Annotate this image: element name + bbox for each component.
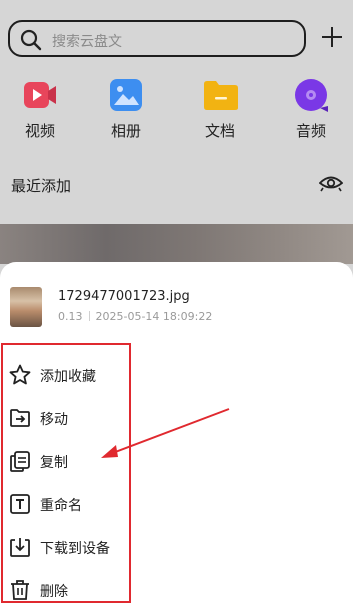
category-video[interactable]: 视频 (10, 78, 70, 141)
star-icon (9, 364, 31, 385)
category-label: 相册 (110, 122, 141, 140)
search-bar[interactable]: 搜索云盘文 (8, 20, 306, 57)
move-to-folder-icon (10, 409, 30, 427)
menu-item-label: 重命名 (40, 498, 82, 514)
menu-item-label: 下载到设备 (40, 541, 110, 557)
menu-item-delete[interactable]: 删除 (8, 578, 128, 602)
video-icon (23, 78, 57, 112)
rename-icon (10, 494, 30, 514)
category-audio[interactable]: 音频 (281, 78, 341, 141)
file-date: 2025-05-14 18:09:22 (95, 310, 213, 323)
copy-icon (10, 451, 30, 472)
category-album[interactable]: 相册 (96, 78, 156, 141)
search-icon (20, 29, 42, 51)
file-size: 0.13 (58, 310, 83, 323)
recent-photo-preview (0, 224, 353, 264)
category-label: 视频 (24, 122, 55, 140)
file-name: 1729477001723.jpg (58, 289, 190, 304)
menu-item-rename[interactable]: 重命名 (8, 492, 128, 516)
menu-item-copy[interactable]: 复制 (8, 449, 128, 473)
audio-disc-icon (294, 78, 328, 112)
category-label: 文档 (204, 122, 235, 140)
photo-album-icon (109, 78, 143, 112)
file-meta: 0.13 2025-05-14 18:09:22 (58, 310, 212, 323)
search-input[interactable]: 搜索云盘文 (52, 31, 122, 51)
menu-item-favorite[interactable]: 添加收藏 (8, 363, 128, 387)
recent-added-label: 最近添加 (11, 177, 72, 195)
category-label: 音频 (295, 122, 326, 140)
menu-item-label: 移动 (40, 412, 68, 428)
add-icon[interactable] (320, 25, 344, 49)
file-thumbnail (10, 287, 42, 327)
menu-item-label: 删除 (40, 584, 68, 600)
menu-item-label: 复制 (40, 455, 68, 471)
eye-icon[interactable] (319, 174, 343, 192)
menu-item-move[interactable]: 移动 (8, 406, 128, 430)
trash-icon (11, 580, 29, 600)
document-folder-icon (203, 78, 238, 112)
action-sheet: 1729477001723.jpg 0.13 2025-05-14 18:09:2… (0, 262, 353, 605)
category-document[interactable]: 文档 (190, 78, 250, 141)
download-icon (10, 538, 30, 557)
menu-item-download[interactable]: 下载到设备 (8, 535, 128, 559)
home-header: 搜索云盘文 视频 相册 文档 音频 最近添加 (0, 0, 353, 225)
menu-item-label: 添加收藏 (40, 369, 96, 385)
